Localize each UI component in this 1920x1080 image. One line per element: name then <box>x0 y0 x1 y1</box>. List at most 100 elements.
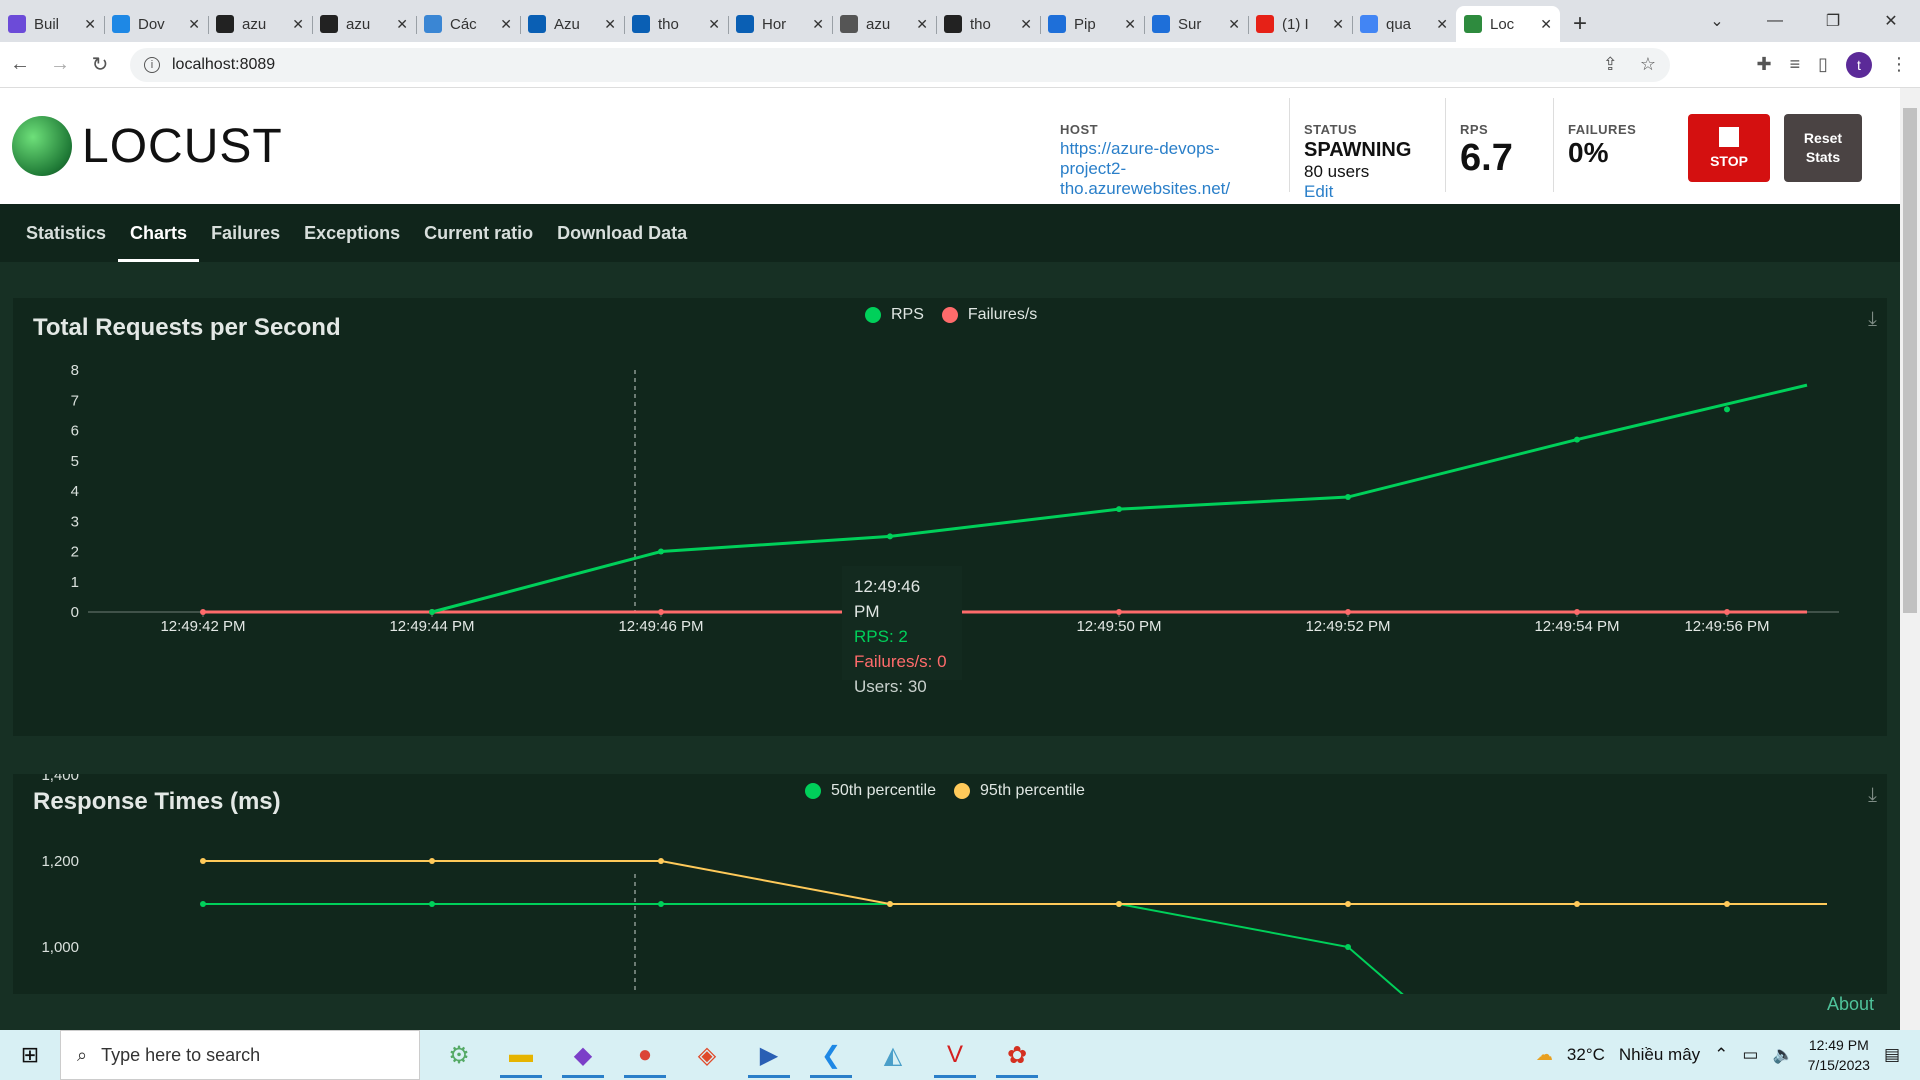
search-placeholder: Type here to search <box>101 1044 261 1065</box>
tooltip-failures: Failures/s: 0 <box>854 652 947 671</box>
azure-icon <box>632 15 650 33</box>
restore-icon[interactable]: ❐ <box>1804 11 1862 31</box>
azure-devops-icon <box>1048 15 1066 33</box>
clock[interactable]: 12:49 PM 7/15/2023 <box>1808 1035 1870 1075</box>
tab-exceptions[interactable]: Exceptions <box>292 223 412 262</box>
about-link[interactable]: About <box>1827 994 1874 1015</box>
battery-icon[interactable]: ▭ <box>1742 1045 1758 1065</box>
tab-statistics[interactable]: Statistics <box>14 223 118 262</box>
scrollbar-thumb[interactable] <box>1903 108 1917 613</box>
edit-link[interactable]: Edit <box>1304 182 1333 201</box>
tab-title: azu <box>346 15 371 33</box>
locust-logo[interactable]: LOCUST <box>12 116 283 176</box>
minimize-icon[interactable]: — <box>1746 12 1804 30</box>
azure-icon <box>528 15 546 33</box>
browser-tab[interactable]: Các ✕ <box>416 6 520 42</box>
close-tab-icon[interactable]: ✕ <box>1020 16 1032 33</box>
back-icon[interactable]: ← <box>0 53 40 76</box>
close-tab-icon[interactable]: ✕ <box>1332 16 1344 33</box>
weather-icon[interactable]: ☁ <box>1536 1045 1553 1065</box>
tab-charts[interactable]: Charts <box>118 223 200 262</box>
rps-point <box>1574 436 1580 443</box>
close-tab-icon[interactable]: ✕ <box>1124 16 1136 33</box>
tab-title: qua <box>1386 15 1412 33</box>
media-icon[interactable]: ≡ <box>1790 54 1801 75</box>
browser-tab[interactable]: tho ✕ <box>936 6 1040 42</box>
app-icon-paint[interactable]: ✿ <box>986 1030 1048 1080</box>
url-field[interactable]: i localhost:8089 ⇪ ☆ <box>130 47 1670 82</box>
forward-icon[interactable]: → <box>40 53 80 76</box>
p50-point <box>1345 944 1351 950</box>
side-panel-icon[interactable]: ▯ <box>1818 54 1828 75</box>
close-tab-icon[interactable]: ✕ <box>812 16 824 33</box>
extensions-icon[interactable]: ✚ <box>1756 54 1771 75</box>
close-tab-icon[interactable]: ✕ <box>604 16 616 33</box>
file-explorer-icon[interactable]: ▬ <box>490 1030 552 1080</box>
x-tick-label: 12:49:56 PM <box>1684 618 1769 635</box>
reset-stats-button[interactable]: Reset Stats <box>1784 114 1862 182</box>
powershell-icon[interactable]: ▶ <box>738 1030 800 1080</box>
app-icon-cube[interactable]: ◭ <box>862 1030 924 1080</box>
page-scrollbar[interactable] <box>1900 88 1920 1030</box>
screen: Buil ✕ Dov ✕ azu ✕ azu ✕ Các ✕ Azu ✕ tho ✕ Hor ✕ azu ✕ tho… <box>0 0 1920 1080</box>
host-link[interactable]: https://azure-devops- project2- tho.azur… <box>1060 139 1275 199</box>
app-icon-tool[interactable]: ⚙ <box>428 1030 490 1080</box>
vscode-taskbar-icon[interactable]: ❮ <box>800 1030 862 1080</box>
browser-tab[interactable]: Sur ✕ <box>1144 6 1248 42</box>
close-tab-icon[interactable]: ✕ <box>188 16 200 33</box>
close-tab-icon[interactable]: ✕ <box>84 16 96 33</box>
browser-tab[interactable]: azu ✕ <box>832 6 936 42</box>
app-icon-v[interactable]: V <box>924 1030 986 1080</box>
weather-text[interactable]: Nhiều mây <box>1619 1045 1700 1065</box>
volume-icon[interactable]: 🔈 <box>1772 1045 1793 1065</box>
browser-tab[interactable]: Azu ✕ <box>520 6 624 42</box>
tab-title: Loc <box>1490 15 1515 33</box>
menu-icon[interactable]: ⋮ <box>1890 54 1908 75</box>
close-tab-icon[interactable]: ✕ <box>916 16 928 33</box>
bookmark-star-icon[interactable]: ☆ <box>1640 54 1656 75</box>
taskbar-search[interactable]: ⌕ Type here to search <box>60 1030 420 1080</box>
response-time-chart-svg: 1,000 1,200 1,400 <box>41 774 1827 994</box>
close-tab-icon[interactable]: ✕ <box>1228 16 1240 33</box>
azure-devops-icon <box>1152 15 1170 33</box>
git-icon[interactable]: ◈ <box>676 1030 738 1080</box>
github-icon <box>320 15 338 33</box>
browser-tab[interactable]: azu ✕ <box>312 6 416 42</box>
browser-tab[interactable]: Pip ✕ <box>1040 6 1144 42</box>
tab-download-data[interactable]: Download Data <box>545 223 699 262</box>
site-info-icon[interactable]: i <box>144 56 160 73</box>
close-tab-icon[interactable]: ✕ <box>292 16 304 33</box>
browser-tab[interactable]: Loc ✕ <box>1456 6 1560 42</box>
browser-tab[interactable]: qua ✕ <box>1352 6 1456 42</box>
tab-search-icon[interactable]: ⌄ <box>1688 11 1746 31</box>
reload-icon[interactable]: ↻ <box>80 52 120 77</box>
visual-studio-icon[interactable]: ◆ <box>552 1030 614 1080</box>
browser-tab[interactable]: azu ✕ <box>208 6 312 42</box>
close-tab-icon[interactable]: ✕ <box>396 16 408 33</box>
tab-title: Các <box>450 15 477 33</box>
failures-point <box>1116 609 1122 615</box>
close-tab-icon[interactable]: ✕ <box>1436 16 1448 33</box>
browser-tab[interactable]: (1) I ✕ <box>1248 6 1352 42</box>
tab-failures[interactable]: Failures <box>199 223 292 262</box>
tab-current-ratio[interactable]: Current ratio <box>412 223 545 262</box>
browser-tab[interactable]: Dov ✕ <box>104 6 208 42</box>
notifications-icon[interactable]: ▤ <box>1884 1045 1900 1065</box>
new-tab-button[interactable]: + <box>1560 6 1600 42</box>
weather-temp[interactable]: 32°C <box>1567 1045 1605 1065</box>
url-text: localhost:8089 <box>172 55 276 73</box>
chrome-icon[interactable]: ● <box>614 1030 676 1080</box>
stop-button[interactable]: STOP <box>1688 114 1770 182</box>
browser-tab[interactable]: Hor ✕ <box>728 6 832 42</box>
close-tab-icon[interactable]: ✕ <box>708 16 720 33</box>
share-icon[interactable]: ⇪ <box>1603 54 1618 75</box>
y-tick-label: 1,200 <box>41 853 79 870</box>
close-tab-icon[interactable]: ✕ <box>500 16 512 33</box>
close-tab-icon[interactable]: ✕ <box>1540 16 1552 33</box>
close-window-icon[interactable]: ✕ <box>1862 11 1920 31</box>
browser-tab[interactable]: tho ✕ <box>624 6 728 42</box>
tray-chevron-icon[interactable]: ⌃ <box>1714 1045 1728 1065</box>
profile-avatar[interactable]: t <box>1846 51 1872 78</box>
browser-tab[interactable]: Buil ✕ <box>0 6 104 42</box>
windows-start-icon[interactable]: ⊞ <box>0 1042 60 1068</box>
